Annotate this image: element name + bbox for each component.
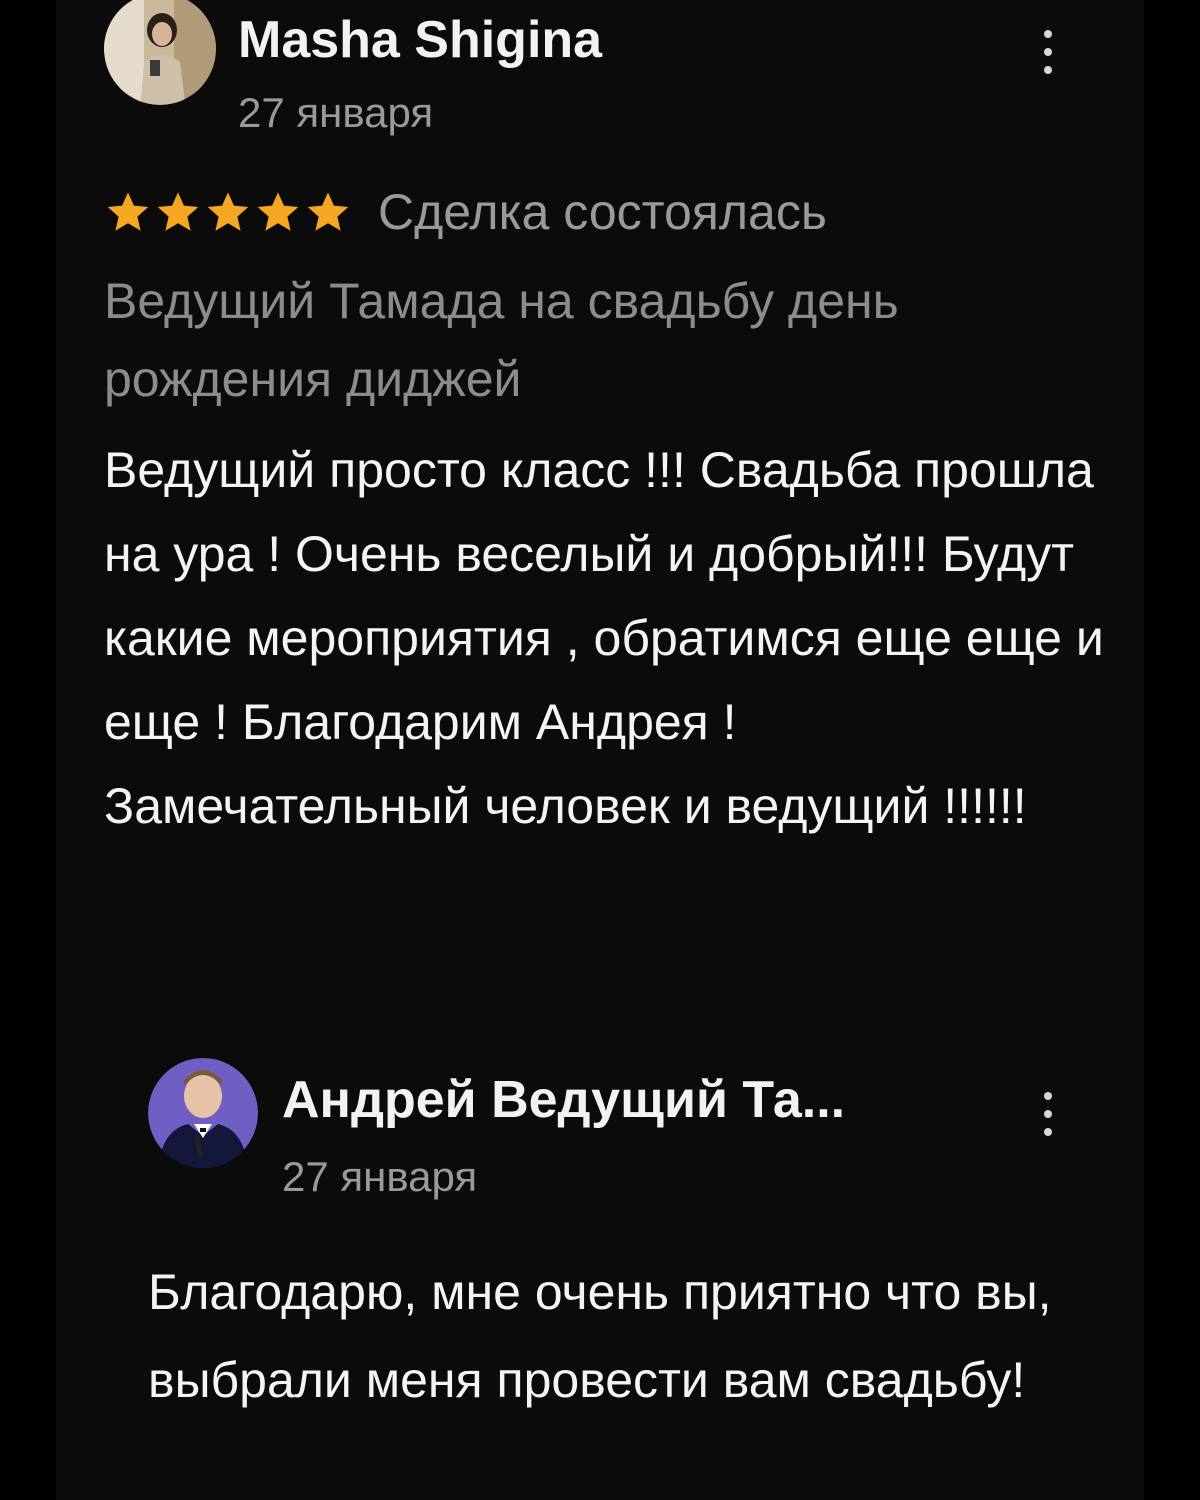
seller-name[interactable]: Андрей Ведущий Та...: [282, 1070, 845, 1130]
star-icon: [307, 192, 349, 231]
star-icon: [257, 192, 299, 231]
more-vertical-icon[interactable]: [1034, 1092, 1062, 1136]
review-date: 27 января: [238, 89, 434, 136]
seller-avatar[interactable]: [148, 1058, 258, 1168]
more-vertical-icon[interactable]: [1034, 30, 1062, 74]
review-text: Ведущий просто класс !!! Свадьба прошла …: [104, 442, 1104, 834]
reviewer-name[interactable]: Masha Shigina: [238, 10, 602, 70]
star-rating: [104, 188, 352, 236]
reply-date: 27 января: [282, 1153, 478, 1200]
deal-status: Сделка состоялась: [378, 184, 827, 240]
star-icon: [107, 192, 149, 231]
service-title[interactable]: Ведущий Тамада на свадьбу день рождения …: [104, 262, 1104, 418]
rating-row: Сделка состоялась: [104, 180, 827, 244]
reply-text: Благодарю, мне очень приятно что вы, выб…: [148, 1264, 1052, 1408]
star-icon: [207, 192, 249, 231]
star-icon: [157, 192, 199, 231]
